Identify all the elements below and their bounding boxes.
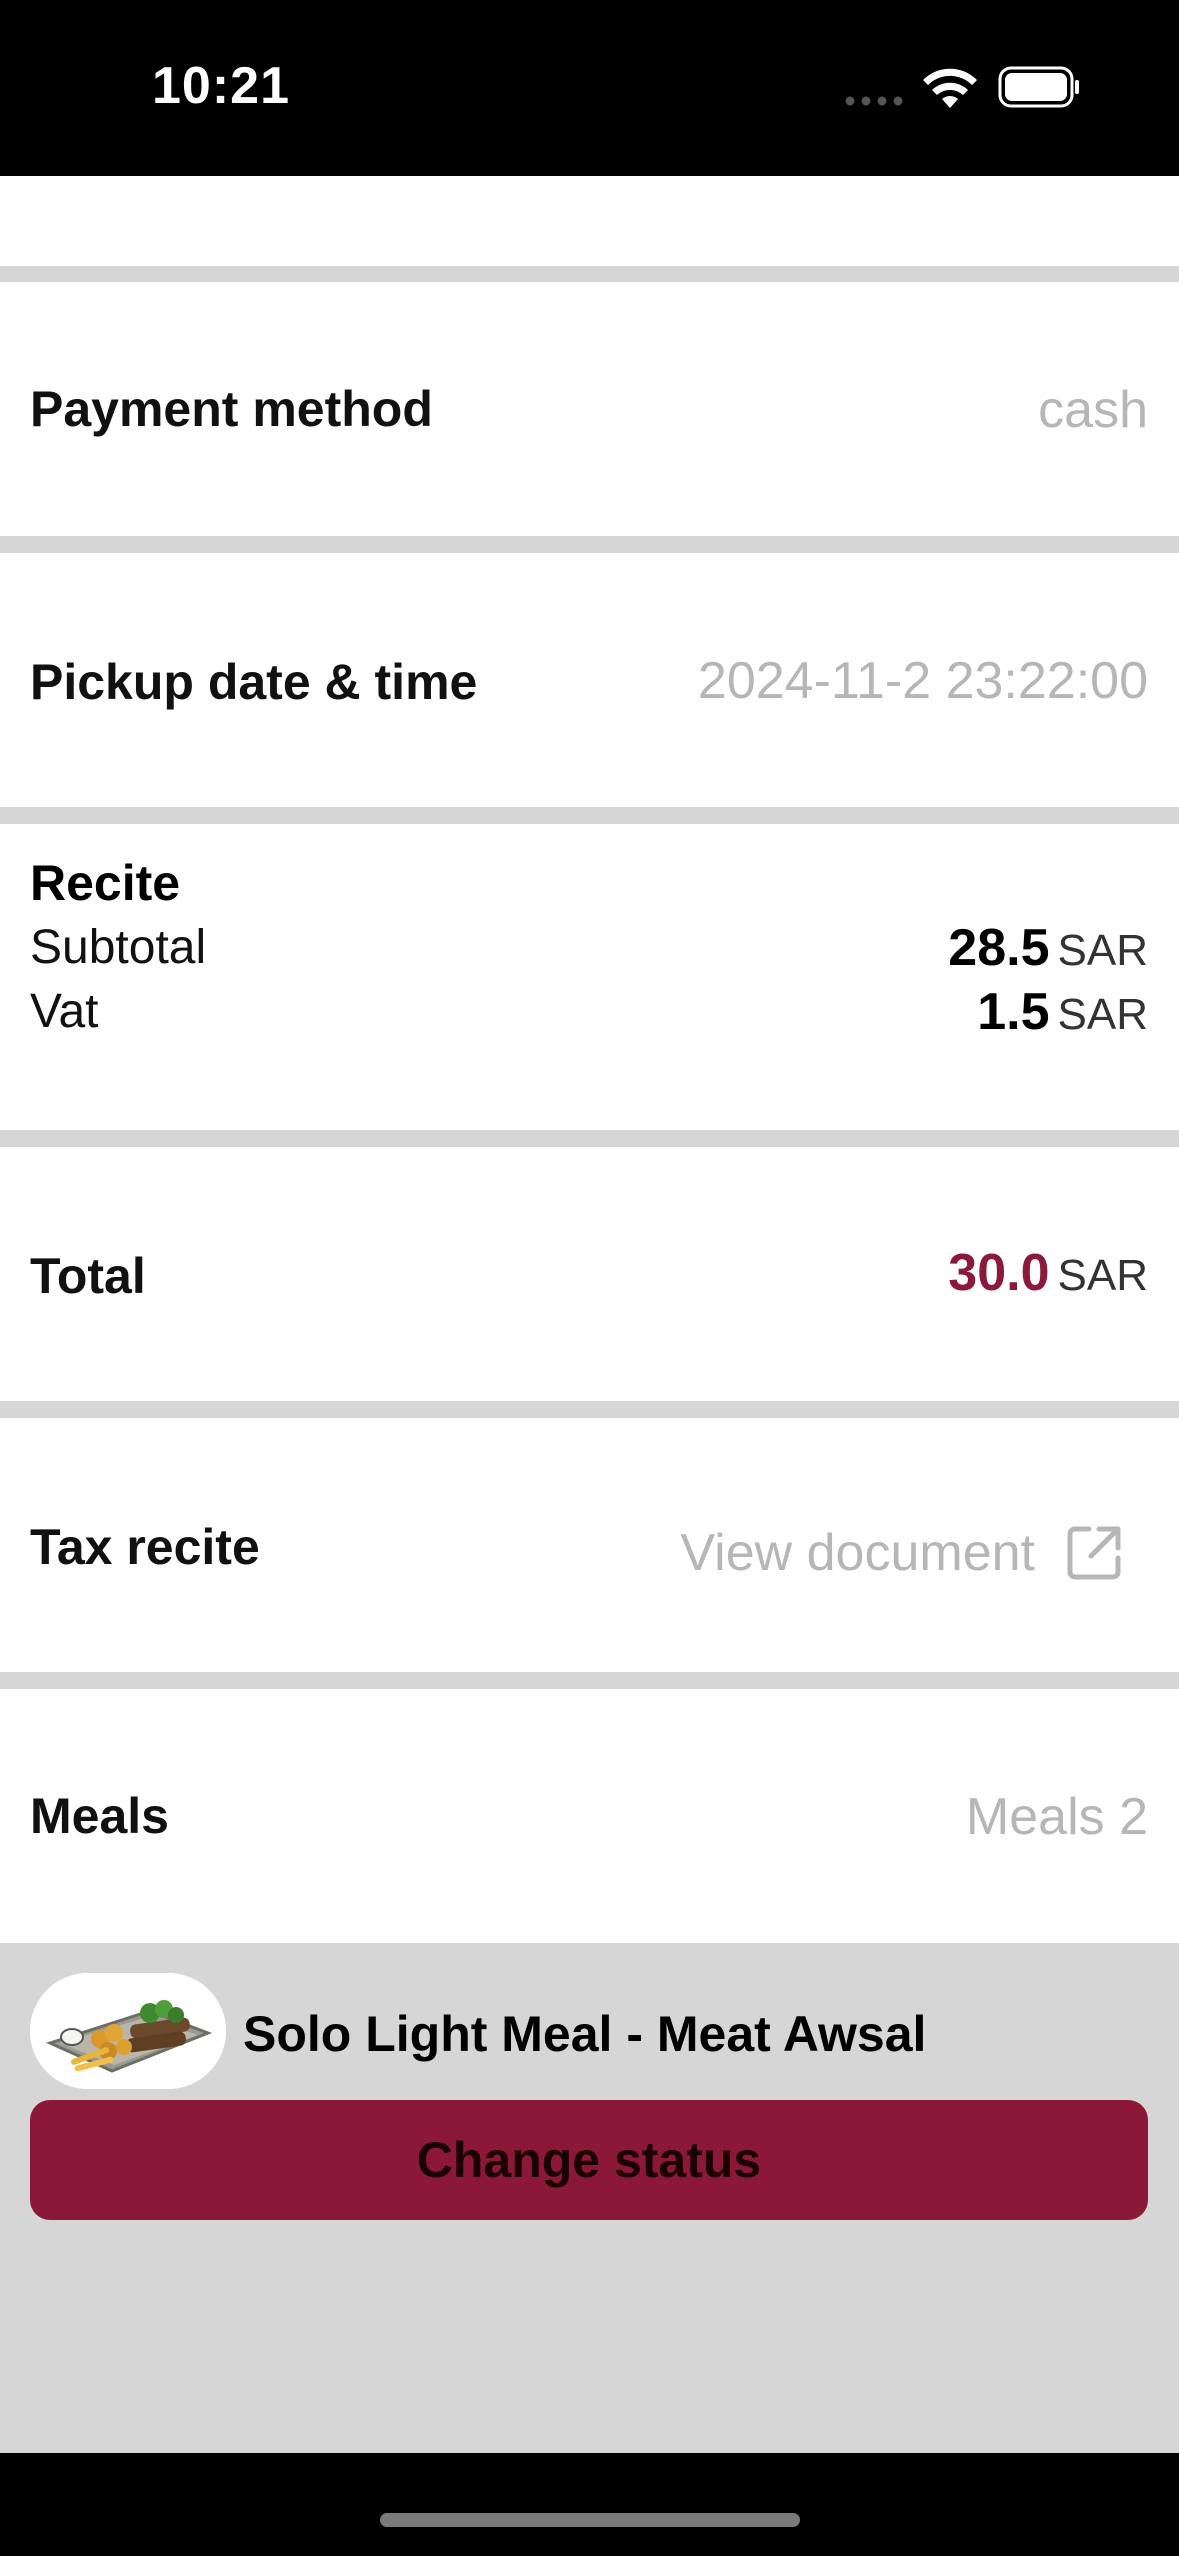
payment-method-row: Payment method cash <box>0 282 1179 536</box>
subtotal-currency: SAR <box>1057 926 1148 975</box>
external-link-icon <box>1067 1526 1121 1580</box>
pickup-value: 2024-11-2 23:22:00 <box>697 652 1148 710</box>
status-bar: 10:21 <box>0 0 1179 176</box>
view-document-label: View document <box>680 1524 1035 1582</box>
receipt-title: Recite <box>30 855 181 911</box>
meals-row: Meals Meals 2 <box>0 1689 1179 1943</box>
meals-count: Meals 2 <box>965 1788 1148 1846</box>
total-currency: SAR <box>1057 1251 1148 1300</box>
payment-method-value: cash <box>1038 381 1148 439</box>
vat-value: 1.5 <box>977 983 1050 1041</box>
receipt-section: Recite Subtotal 28.5 SAR Vat 1.5 SAR <box>0 824 1179 1130</box>
battery-icon <box>998 66 1079 108</box>
top-section <box>0 176 1179 266</box>
total-label: Total <box>30 1248 146 1304</box>
pickup-label: Pickup date & time <box>30 654 478 710</box>
vat-amount: 1.5 SAR <box>977 982 1148 1042</box>
tax-receipt-row: Tax recite View document <box>0 1418 1179 1672</box>
pickup-row: Pickup date & time 2024-11-2 23:22:00 <box>0 553 1179 807</box>
subtotal-label: Subtotal <box>30 921 207 974</box>
subtotal-value: 28.5 <box>948 919 1050 977</box>
status-time: 10:21 <box>152 57 290 115</box>
subtotal-amount: 28.5 SAR <box>948 918 1148 978</box>
meals-label: Meals <box>30 1788 169 1844</box>
meal-name: Solo Light Meal - Meat Awsal <box>243 2006 927 2062</box>
home-indicator[interactable] <box>380 2513 800 2527</box>
total-row: Total 30.0 SAR <box>0 1147 1179 1401</box>
vat-label: Vat <box>30 985 99 1038</box>
bottom-safe-area <box>0 2453 1179 2556</box>
view-document-link[interactable]: View document <box>680 1518 1123 1588</box>
change-status-button[interactable]: Change status <box>30 2100 1148 2220</box>
total-value: 30.0 <box>948 1244 1050 1302</box>
meal-image <box>30 1973 226 2089</box>
cellular-signal-icon <box>845 96 903 106</box>
vat-currency: SAR <box>1057 990 1148 1039</box>
total-amount: 30.0 SAR <box>948 1243 1148 1303</box>
meal-plate-illustration <box>30 1973 226 2089</box>
tax-receipt-label: Tax recite <box>30 1519 260 1575</box>
payment-method-label: Payment method <box>30 381 433 437</box>
wifi-icon <box>923 68 977 108</box>
